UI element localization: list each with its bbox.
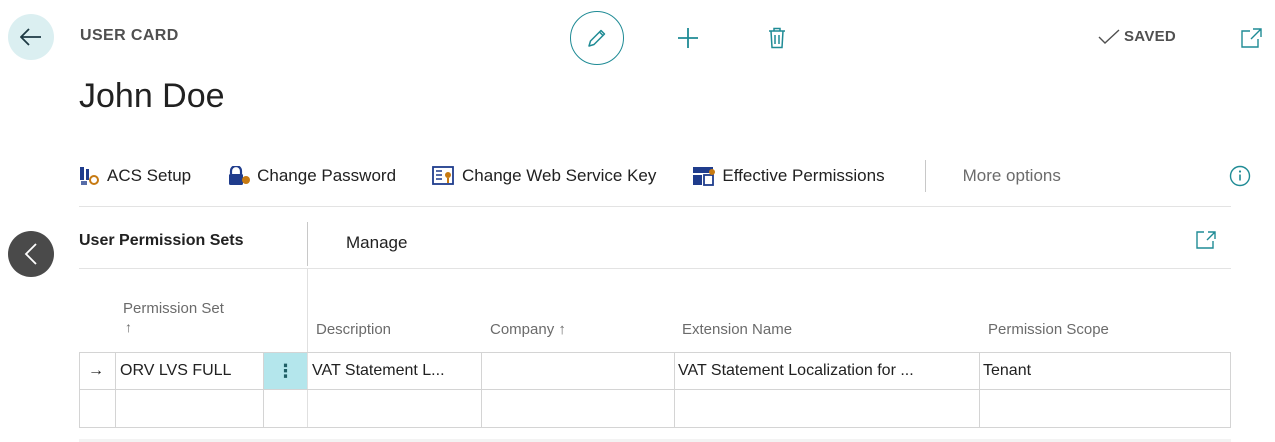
trash-icon	[769, 27, 785, 49]
more-options-button[interactable]: More options	[963, 166, 1061, 186]
cell-permission-set[interactable]: ORV LVS FULL	[120, 362, 260, 380]
expand-part-button[interactable]	[1196, 231, 1218, 251]
cell-description[interactable]	[312, 399, 478, 419]
info-icon	[1229, 165, 1251, 187]
sort-ascending-icon: ↑	[125, 319, 132, 335]
grid-line	[79, 389, 1231, 390]
chevron-left-icon	[24, 243, 37, 265]
grid-line	[979, 353, 980, 428]
column-header-extension-name[interactable]: Extension Name	[682, 321, 792, 338]
cell-permission-scope[interactable]: Tenant	[983, 362, 1223, 380]
row-indicator-arrow-icon: →	[88, 362, 104, 379]
open-new-window-button[interactable]	[1239, 26, 1265, 50]
part-collapse-button[interactable]	[8, 231, 54, 277]
edit-button[interactable]	[570, 11, 624, 65]
action-bar-separator	[924, 160, 926, 192]
grid-line	[79, 352, 1231, 353]
column-header-permission-scope[interactable]: Permission Scope	[988, 321, 1109, 338]
row-actions-button[interactable]: ⋮	[264, 353, 307, 389]
effective-permissions-icon	[693, 167, 716, 186]
new-button[interactable]	[673, 23, 703, 53]
saved-label: SAVED	[1124, 28, 1177, 45]
action-change-web-service-key[interactable]: Change Web Service Key	[432, 166, 656, 186]
grid-line	[307, 269, 308, 428]
grid-line	[1230, 353, 1231, 428]
grid-line	[79, 353, 80, 428]
password-lock-icon	[229, 166, 251, 185]
checkmark-icon	[1098, 28, 1120, 44]
pencil-icon	[588, 29, 606, 47]
cell-extension-name[interactable]	[678, 399, 976, 419]
open-in-new-window-icon	[1241, 28, 1262, 48]
cell-company[interactable]	[486, 399, 670, 419]
cell-description[interactable]: VAT Statement L...	[312, 362, 478, 380]
action-effective-permissions[interactable]: Effective Permissions	[692, 166, 885, 186]
divider	[79, 206, 1231, 207]
grid-line	[481, 353, 482, 428]
manage-menu[interactable]: Manage	[346, 233, 407, 253]
action-label: Change Password	[257, 166, 397, 185]
expand-icon	[1196, 231, 1216, 249]
back-button[interactable]	[8, 14, 54, 60]
delete-button[interactable]	[763, 23, 791, 53]
action-label: Change Web Service Key	[462, 166, 657, 185]
action-change-password[interactable]: Change Password	[227, 166, 396, 186]
column-header-description[interactable]: Description	[316, 321, 391, 338]
info-button[interactable]	[1229, 165, 1251, 187]
saved-status: SAVED	[1098, 28, 1176, 45]
grid-line	[79, 427, 1231, 428]
part-header-divider	[79, 268, 1231, 269]
action-bar: ACS Setup Change Password Change Web Ser…	[79, 152, 1061, 200]
action-label: ACS Setup	[107, 166, 192, 185]
part-header-separator	[307, 222, 308, 266]
cell-extension-name[interactable]: VAT Statement Localization for ...	[678, 362, 976, 380]
acs-setup-icon	[80, 167, 99, 185]
cell-permission-scope[interactable]	[983, 399, 1223, 419]
column-header-company[interactable]: Company ↑	[490, 321, 566, 338]
grid-line	[115, 353, 116, 428]
part-title[interactable]: User Permission Sets	[79, 232, 244, 250]
grid-line	[674, 353, 675, 428]
arrow-left-icon	[20, 28, 41, 46]
page-caption: USER CARD	[80, 27, 179, 44]
action-acs-setup[interactable]: ACS Setup	[79, 166, 191, 186]
page-title: John Doe	[79, 77, 225, 115]
column-header-permission-set[interactable]: Permission Set	[123, 300, 224, 317]
more-vertical-icon: ⋮	[276, 360, 295, 381]
plus-icon	[678, 28, 698, 48]
cell-permission-set[interactable]	[120, 399, 260, 419]
web-service-key-icon	[432, 166, 454, 185]
action-label: Effective Permissions	[722, 166, 885, 185]
